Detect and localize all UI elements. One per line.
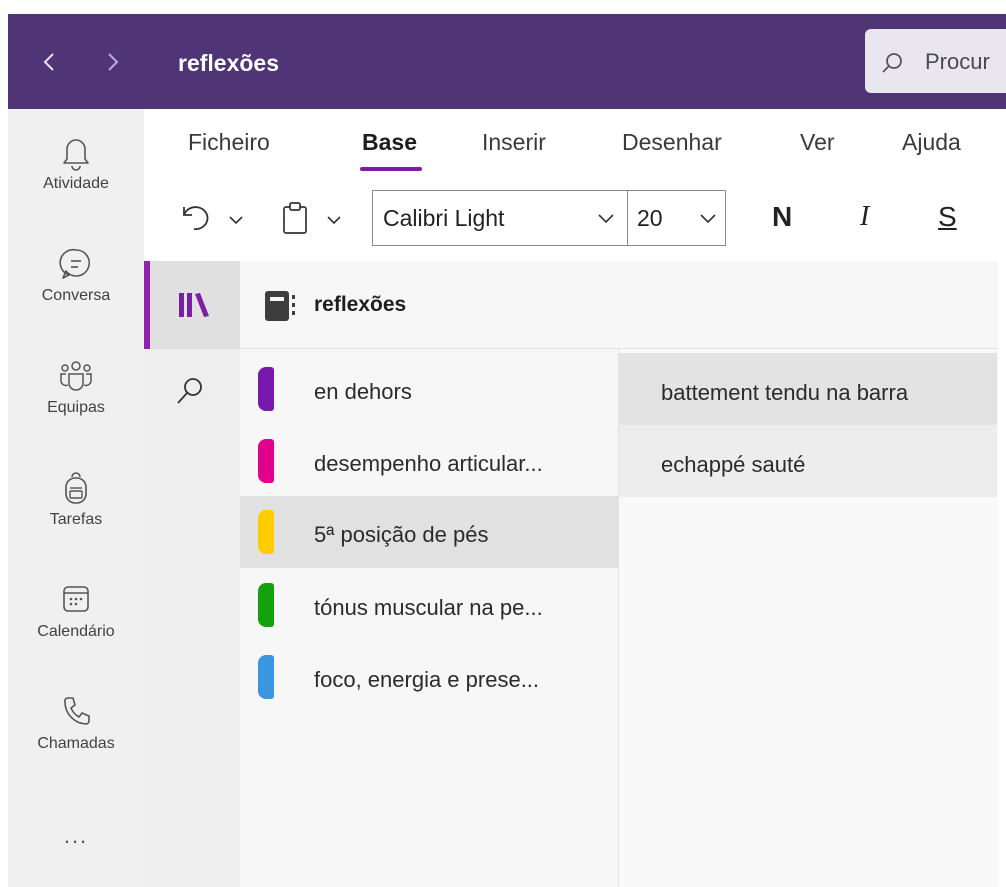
search-icon bbox=[177, 378, 202, 404]
divider bbox=[627, 191, 628, 245]
rail-item-conversa[interactable]: Conversa bbox=[8, 245, 144, 305]
paste-button[interactable] bbox=[280, 201, 310, 240]
section-color-tab bbox=[258, 367, 274, 411]
section-label: en dehors bbox=[314, 379, 412, 404]
chat-icon bbox=[59, 248, 91, 279]
rail-label: Tarefas bbox=[49, 511, 103, 528]
rail-label: Chamadas bbox=[37, 735, 115, 752]
undo-button[interactable] bbox=[178, 201, 212, 238]
page-item[interactable]: echappé sauté bbox=[619, 425, 997, 497]
page-list: battement tendu na barra echappé sauté bbox=[618, 349, 998, 887]
undo-icon bbox=[183, 206, 209, 230]
notebook-name: reflexões bbox=[314, 293, 407, 316]
library-icon bbox=[179, 293, 209, 317]
paste-dropdown[interactable] bbox=[326, 213, 342, 231]
tab-desenhar[interactable]: Desenhar bbox=[622, 129, 722, 156]
app-rail: Atividade Conversa Equipas Tarefas Calen… bbox=[8, 109, 144, 887]
page-label: battement tendu na barra bbox=[661, 380, 909, 405]
bell-icon bbox=[63, 139, 89, 171]
section-item[interactable]: desempenho articular... bbox=[240, 425, 618, 497]
section-item[interactable]: en dehors bbox=[240, 353, 618, 425]
section-label: desempenho articular... bbox=[314, 451, 543, 476]
tab-base[interactable]: Base bbox=[362, 129, 417, 156]
search-placeholder: Procur bbox=[925, 49, 990, 74]
right-edge bbox=[998, 261, 1006, 887]
notebook-nav-rail bbox=[144, 261, 240, 887]
search-input[interactable]: Procur bbox=[865, 29, 1006, 93]
rail-item-atividade[interactable]: Atividade bbox=[8, 133, 144, 193]
selection-indicator bbox=[144, 261, 150, 349]
ribbon: Ficheiro Base Inserir Desenhar Ver Ajuda… bbox=[144, 109, 1006, 261]
undo-dropdown[interactable] bbox=[228, 213, 244, 231]
tab-ficheiro[interactable]: Ficheiro bbox=[188, 129, 270, 156]
section-label: 5ª posição de pés bbox=[314, 522, 489, 547]
top-strip bbox=[0, 0, 1006, 14]
rail-item-chamadas[interactable]: Chamadas bbox=[8, 693, 144, 753]
chevron-down-icon[interactable] bbox=[699, 213, 717, 225]
rail-label: Conversa bbox=[41, 287, 111, 304]
tab-ver[interactable]: Ver bbox=[800, 129, 835, 156]
rail-label: Atividade bbox=[43, 175, 109, 192]
calendar-icon bbox=[63, 586, 89, 612]
notebook-header[interactable]: reflexões bbox=[240, 261, 998, 349]
page-label: echappé sauté bbox=[661, 452, 806, 477]
font-size-select[interactable]: 20 bbox=[637, 205, 663, 232]
notebooks-button[interactable] bbox=[144, 261, 240, 349]
bold-button[interactable]: N bbox=[772, 201, 792, 233]
section-item[interactable]: tónus muscular na pe... bbox=[240, 569, 618, 641]
section-color-tab bbox=[258, 510, 274, 554]
section-color-tab bbox=[258, 655, 274, 699]
backpack-icon bbox=[65, 472, 87, 504]
search-icon bbox=[882, 53, 902, 73]
rail-label: Equipas bbox=[47, 399, 105, 416]
section-color-tab bbox=[258, 583, 274, 627]
phone-icon bbox=[64, 697, 90, 725]
section-color-tab bbox=[258, 439, 274, 483]
strikethrough-button[interactable]: S bbox=[938, 201, 957, 233]
rail-label: Calendário bbox=[37, 623, 115, 640]
font-selector-group: Calibri Light 20 bbox=[372, 190, 726, 246]
italic-button[interactable]: I bbox=[860, 201, 869, 233]
more-apps-button[interactable]: ... bbox=[8, 823, 144, 849]
tab-inserir[interactable]: Inserir bbox=[482, 129, 546, 156]
title-bar: reflexões Procur bbox=[8, 14, 1006, 109]
active-tab-indicator bbox=[360, 167, 422, 171]
section-label: tónus muscular na pe... bbox=[314, 595, 543, 620]
section-item-selected[interactable]: 5ª posição de pés bbox=[240, 496, 618, 568]
section-list: en dehors desempenho articular... 5ª pos… bbox=[240, 349, 618, 887]
chevron-left-icon bbox=[43, 53, 54, 71]
chevron-down-icon bbox=[229, 216, 243, 225]
clipboard-icon bbox=[283, 202, 307, 234]
rail-item-calendario[interactable]: Calendário bbox=[8, 581, 144, 641]
section-label: foco, energia e prese... bbox=[314, 667, 540, 692]
font-name-select[interactable]: Calibri Light bbox=[383, 205, 504, 232]
teams-icon bbox=[60, 361, 92, 391]
chevron-down-icon[interactable] bbox=[597, 213, 615, 225]
forward-button[interactable] bbox=[100, 50, 124, 74]
tab-ajuda[interactable]: Ajuda bbox=[902, 129, 961, 156]
page-item-selected[interactable]: battement tendu na barra bbox=[619, 353, 997, 425]
notebook-title: reflexões bbox=[178, 50, 280, 76]
section-item[interactable]: foco, energia e prese... bbox=[240, 641, 618, 713]
rail-item-equipas[interactable]: Equipas bbox=[8, 357, 144, 417]
notebook-icon bbox=[265, 291, 295, 321]
chevron-right-icon bbox=[108, 53, 119, 71]
rail-item-tarefas[interactable]: Tarefas bbox=[8, 469, 144, 529]
back-button[interactable] bbox=[38, 50, 62, 74]
search-notebook-button[interactable] bbox=[174, 375, 206, 412]
chevron-down-icon bbox=[327, 216, 341, 225]
